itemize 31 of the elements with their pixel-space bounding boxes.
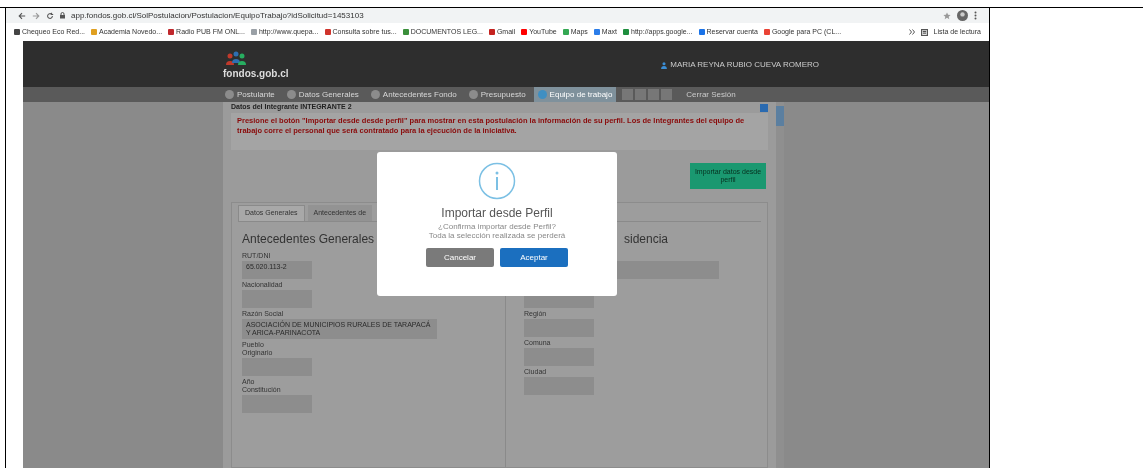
logo-icon <box>223 50 249 66</box>
step-box[interactable] <box>648 89 660 100</box>
reading-list-icon <box>920 28 928 36</box>
dialog-message: Toda la selección realizada se perderá <box>428 231 566 240</box>
lock-icon <box>60 12 65 19</box>
back-icon[interactable] <box>18 11 26 20</box>
user-name[interactable]: MARIA REYNA RUBIO CUEVA ROMERO <box>670 59 819 71</box>
step-box[interactable] <box>661 89 673 100</box>
section-heading: sidencia <box>624 230 670 248</box>
menu-icon[interactable] <box>974 11 977 20</box>
info-icon <box>478 162 516 200</box>
step-tab[interactable]: Antecedentes Fondo <box>366 87 461 102</box>
reload-icon[interactable] <box>46 11 54 20</box>
dialog-message: ¿Confirma importar desde Perfil? <box>438 222 556 231</box>
cancel-button[interactable]: Cancelar <box>426 248 494 267</box>
step-tab[interactable]: Postulante <box>221 87 279 102</box>
dialog-title: Importar desde Perfil <box>441 205 553 222</box>
accept-button[interactable]: Aceptar <box>500 248 568 267</box>
step-box[interactable] <box>635 89 647 100</box>
star-icon[interactable] <box>943 11 951 20</box>
user-icon <box>661 61 668 69</box>
step-tab[interactable]: Presupuesto <box>464 87 530 102</box>
scrollbar-thumb[interactable] <box>776 106 784 126</box>
step-tab[interactable]: Datos Generales <box>282 87 363 102</box>
forward-icon[interactable] <box>32 11 40 20</box>
more-icon[interactable] <box>908 29 915 35</box>
avatar-icon[interactable] <box>957 10 968 21</box>
logout-link[interactable]: Cerrar Sesión <box>686 88 736 101</box>
step-box[interactable] <box>622 89 634 100</box>
close-button[interactable] <box>760 103 768 112</box>
site-logo[interactable]: fondos.gob.cl <box>223 66 289 81</box>
